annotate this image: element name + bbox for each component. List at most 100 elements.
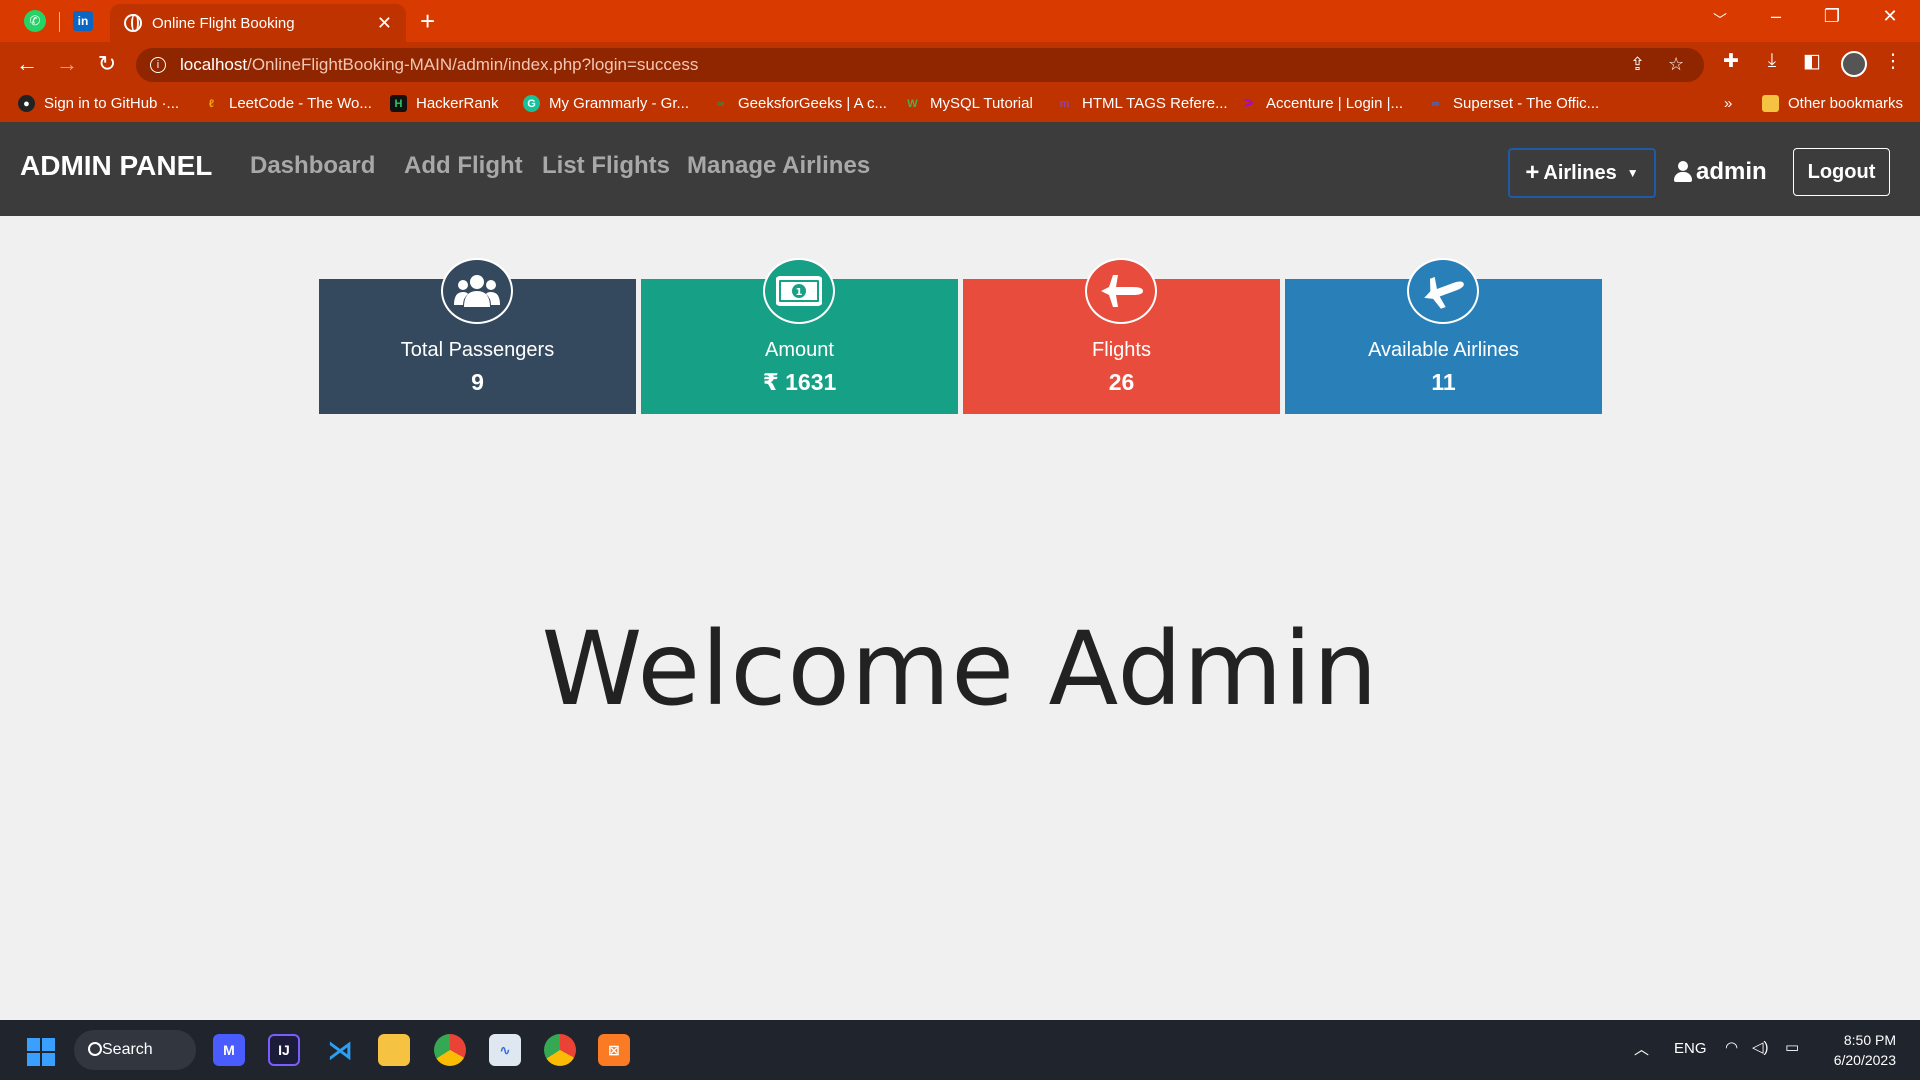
vscode-icon[interactable]: ⋊ xyxy=(324,1034,356,1066)
bookmark-label: Accenture | Login |... xyxy=(1266,95,1404,112)
bookmark-label: GeeksforGeeks | A c... xyxy=(738,95,887,112)
accenture-icon: > xyxy=(1243,94,1254,112)
stat-card-flights: Flights 26 xyxy=(963,258,1280,414)
bookmark-geeksforgeeks[interactable]: ∞ GeeksforGeeks | A c... xyxy=(712,95,887,112)
stat-value: 11 xyxy=(1431,369,1456,395)
nav-dashboard[interactable]: Dashboard xyxy=(250,152,375,180)
wifi-icon[interactable]: ◠ xyxy=(1725,1038,1738,1056)
profile-avatar[interactable] xyxy=(1841,51,1867,77)
bookmark-label: Sign in to GitHub ·... xyxy=(44,95,180,112)
money-icon: 1 xyxy=(763,258,835,324)
xampp-icon[interactable]: ⊠ xyxy=(598,1034,630,1066)
bookmark-label: LeetCode - The Wo... xyxy=(229,95,372,112)
superset-icon: ∞ xyxy=(1431,97,1440,110)
bookmark-leetcode[interactable]: ℓ LeetCode - The Wo... xyxy=(203,95,372,112)
nav-manage-airlines[interactable]: Manage Airlines xyxy=(687,152,870,180)
close-window-button[interactable]: ✕ xyxy=(1870,6,1910,27)
tab-search-icon[interactable]: ﹀ xyxy=(1700,10,1740,30)
github-icon: ● xyxy=(18,95,35,112)
pinned-tab-whatsapp[interactable]: ✆ xyxy=(20,6,50,36)
svg-text:1: 1 xyxy=(796,287,803,298)
intellij-icon[interactable]: IJ xyxy=(268,1034,300,1066)
leetcode-icon: ℓ xyxy=(208,97,215,110)
geeksforgeeks-icon: ∞ xyxy=(716,97,725,110)
address-bar[interactable]: i localhost/OnlineFlightBooking-MAIN/adm… xyxy=(136,48,1704,82)
active-tab[interactable]: Online Flight Booking ✕ xyxy=(110,4,406,42)
tray-overflow-icon[interactable]: ︿ xyxy=(1634,1038,1649,1059)
bookmarks-overflow-button[interactable]: » xyxy=(1724,95,1732,112)
stat-label: Amount xyxy=(765,339,834,361)
bookmark-hackerrank[interactable]: H HackerRank xyxy=(390,95,499,112)
caret-down-icon: ▼ xyxy=(1626,166,1639,180)
extensions-icon[interactable]: ✚ xyxy=(1718,50,1744,73)
bookmark-label: HTML TAGS Refere... xyxy=(1082,95,1228,112)
grammarly-icon: G xyxy=(523,95,540,112)
minimize-button[interactable]: – xyxy=(1756,6,1796,27)
url-host: localhost xyxy=(180,55,248,74)
share-icon[interactable]: ⇪ xyxy=(1630,54,1645,75)
admin-navbar: ADMIN PANEL Dashboard Add Flight List Fl… xyxy=(0,122,1920,216)
brand[interactable]: ADMIN PANEL xyxy=(20,150,212,182)
bookmark-superset[interactable]: ∞ Superset - The Offic... xyxy=(1427,95,1600,112)
forward-button[interactable]: → xyxy=(52,51,82,77)
w3schools-icon: W xyxy=(907,97,918,110)
reload-button[interactable]: ↻ xyxy=(92,51,122,77)
bookmark-mysql[interactable]: W MySQL Tutorial xyxy=(904,95,1033,112)
bookmark-grammarly[interactable]: G My Grammarly - Gr... xyxy=(523,95,689,112)
side-panel-icon[interactable]: ◧ xyxy=(1799,50,1825,73)
clock-date: 6/20/2023 xyxy=(1833,1052,1896,1068)
menu-icon[interactable]: ⋮ xyxy=(1880,50,1906,73)
pinned-tab-linkedin[interactable]: in xyxy=(68,6,98,36)
clock[interactable]: 8:50 PM 6/20/2023 xyxy=(1826,1030,1896,1070)
new-tab-button[interactable]: + xyxy=(420,8,435,34)
search-label: Search xyxy=(102,1041,153,1058)
close-tab-icon[interactable]: ✕ xyxy=(377,13,392,34)
logout-button[interactable]: Logout xyxy=(1793,148,1890,196)
browser-toolbar: ← → ↻ i localhost/OnlineFlightBooking-MA… xyxy=(0,42,1920,88)
plane-icon xyxy=(1085,258,1157,324)
download-icon[interactable]: ⤓ xyxy=(1759,50,1785,72)
stat-value: ₹ 1631 xyxy=(762,369,837,395)
browser-title-bar: ✆ in Online Flight Booking ✕ + ﹀ – ❐ ✕ xyxy=(0,0,1920,42)
airlines-dropdown-button[interactable]: + Airlines ▼ xyxy=(1508,148,1656,198)
user-menu[interactable]: admin xyxy=(1674,158,1767,186)
bookmark-label: My Grammarly - Gr... xyxy=(549,95,689,112)
plane-icon xyxy=(1407,258,1479,324)
url-path: /OnlineFlightBooking-MAIN/admin/index.ph… xyxy=(247,55,699,74)
battery-icon[interactable]: ▭ xyxy=(1785,1038,1799,1056)
overflow-label: » xyxy=(1724,95,1733,112)
bookmark-star-icon[interactable]: ☆ xyxy=(1668,54,1684,75)
taskbar-search[interactable]: Search xyxy=(74,1030,196,1070)
windows-taskbar: Search M IJ ⋊ ∿ ⊠ ︿ ENG ◠ ◁) ▭ 8:50 PM 6… xyxy=(0,1020,1920,1080)
html-tags-icon: m xyxy=(1059,97,1070,110)
stat-label: Available Airlines xyxy=(1368,339,1519,361)
other-bookmarks[interactable]: Other bookmarks xyxy=(1762,95,1903,112)
site-info-icon[interactable]: i xyxy=(150,57,166,73)
file-explorer-icon[interactable] xyxy=(378,1034,410,1066)
bookmark-label: Superset - The Offic... xyxy=(1453,95,1600,112)
globe-icon xyxy=(124,14,142,32)
windows-start-icon[interactable] xyxy=(27,1038,55,1066)
bookmark-label: MySQL Tutorial xyxy=(930,95,1033,112)
other-bookmarks-label: Other bookmarks xyxy=(1788,95,1904,112)
mysql-workbench-icon[interactable]: M xyxy=(213,1034,245,1066)
bookmark-html-tags[interactable]: m HTML TAGS Refere... xyxy=(1056,95,1228,112)
resource-monitor-icon[interactable]: ∿ xyxy=(489,1034,521,1066)
whatsapp-icon: ✆ xyxy=(24,10,46,32)
stat-card-airlines: Available Airlines 11 xyxy=(1285,258,1602,414)
user-icon xyxy=(1674,161,1692,183)
restore-button[interactable]: ❐ xyxy=(1812,6,1852,27)
language-indicator[interactable]: ENG xyxy=(1674,1040,1707,1057)
welcome-heading: Welcome Admin xyxy=(541,610,1379,729)
nav-list-flights[interactable]: List Flights xyxy=(542,152,670,180)
chrome-icon[interactable] xyxy=(434,1034,466,1066)
bookmark-github[interactable]: ● Sign in to GitHub ·... xyxy=(18,95,179,112)
bookmark-label: HackerRank xyxy=(416,95,499,112)
volume-icon[interactable]: ◁) xyxy=(1752,1038,1769,1056)
back-button[interactable]: ← xyxy=(12,51,42,77)
linkedin-icon: in xyxy=(73,11,93,31)
nav-add-flight[interactable]: Add Flight xyxy=(404,152,523,180)
bookmark-accenture[interactable]: > Accenture | Login |... xyxy=(1240,94,1404,113)
chrome-profile-icon[interactable] xyxy=(544,1034,576,1066)
stat-card-passengers: Total Passengers 9 xyxy=(319,258,636,414)
